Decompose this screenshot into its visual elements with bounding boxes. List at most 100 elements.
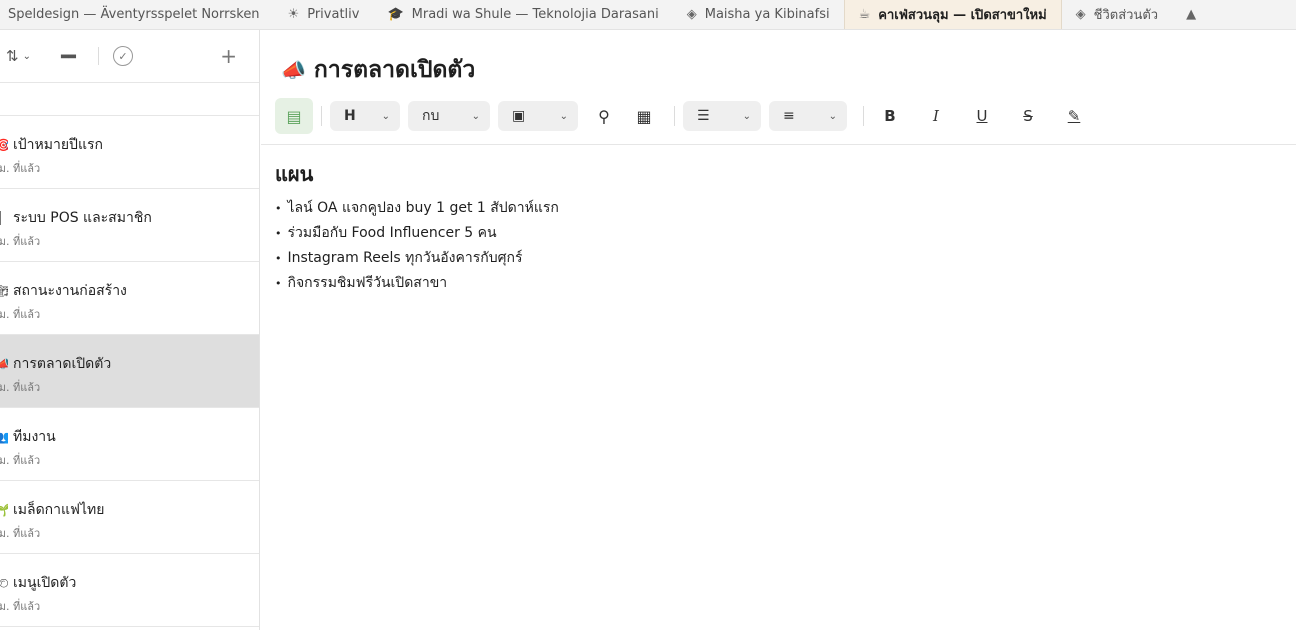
note-title: ทีมงาน — [13, 429, 56, 445]
divider — [98, 47, 99, 65]
note-item-launch-menu[interactable]: 🍽 เมนูเปิดตัว ธม. ที่แล้ว — [0, 554, 259, 627]
document-icon: ▤ — [286, 106, 302, 126]
megaphone-icon: 📣 — [0, 357, 8, 371]
tab-bar: Speldesign — Äventyrsspelet Norrsken ☀ P… — [0, 0, 1296, 30]
italic-icon: I — [933, 107, 939, 125]
heading-label: H — [344, 108, 356, 124]
note-editor: 📣 การตลาดเปิดตัว ▤ H ⌄ กบ ⌄ ▣ ⌄ ⚲ ▦ ☰ ⌄ — [261, 30, 1296, 630]
chevron-down-icon: ⌄ — [742, 110, 751, 122]
note-item-first-year-goals[interactable]: 🎯 เป้าหมายปีแรก ธม. ที่แล้ว — [0, 116, 259, 189]
chevron-down-icon: ⌄ — [828, 110, 837, 122]
sun-icon: ☀ — [287, 7, 300, 22]
divider — [863, 106, 864, 126]
quote-dropdown[interactable]: ☰ ⌄ — [683, 101, 761, 131]
format-toolbar: ▤ H ⌄ กบ ⌄ ▣ ⌄ ⚲ ▦ ☰ ⌄ ≡ ⌄ B I U S ✎ — [275, 98, 1296, 134]
note-title: เมล็ดกาแฟไทย — [13, 502, 105, 518]
note-subtitle: ธม. ที่แล้ว — [0, 454, 41, 467]
chevron-down-icon: ⌄ — [22, 50, 31, 62]
house-icon: ▲ — [1186, 7, 1197, 22]
sidebar-spacer — [0, 83, 259, 116]
sort-button[interactable]: ⇅ ⌄ — [6, 47, 46, 65]
note-item-thai-coffee-beans[interactable]: 🌱 เมล็ดกาแฟไทย ธม. ที่แล้ว — [0, 481, 259, 554]
tab-speldesign[interactable]: Speldesign — Äventyrsspelet Norrsken — [0, 0, 274, 29]
image-dropdown[interactable]: ▣ ⌄ — [498, 101, 578, 131]
list-dropdown[interactable]: ≡ ⌄ — [769, 101, 847, 131]
list-icon: ≡ — [783, 108, 795, 124]
divider — [674, 106, 675, 126]
document-view-button[interactable]: ▤ — [275, 98, 313, 134]
note-subtitle: ธม. ที่แล้ว — [0, 381, 41, 394]
bullet-item: กิจกรรมชิมฟรีวันเปิดสาขา — [275, 271, 559, 296]
note-subtitle: ธม. ที่แล้ว — [0, 600, 41, 613]
highlighter-icon: ✎ — [1067, 107, 1081, 125]
text-style-label: กบ — [422, 108, 440, 124]
bullet-item: ร่วมมือกับ Food Influencer 5 คน — [275, 221, 559, 246]
table-icon: ▦ — [636, 106, 652, 126]
note-title: เป้าหมายปีแรก — [13, 137, 103, 153]
chevron-down-icon: ⌄ — [471, 110, 480, 122]
leaf-icon: ◈ — [1075, 7, 1086, 22]
tab-label: Speldesign — Äventyrsspelet Norrsken — [8, 7, 260, 22]
bullet-item: Instagram Reels ทุกวันอังคารกับศุกร์ — [275, 246, 559, 271]
sidebar-toolbar: ⇅ ⌄ ▬▬ ✓ + — [0, 30, 259, 83]
people-icon: 👥 — [0, 430, 8, 444]
bold-button[interactable]: B — [872, 101, 908, 131]
cards-view-icon: ▬▬ — [60, 50, 77, 62]
sort-icon: ⇅ — [6, 47, 19, 65]
strikethrough-icon: S — [1023, 107, 1033, 125]
megaphone-icon: 📣 — [281, 58, 306, 82]
note-body[interactable]: แผน ไลน์ OA แจกคูปอง buy 1 get 1 สัปดาห์… — [275, 158, 559, 296]
plus-icon: + — [220, 44, 237, 68]
tab-cafe-suanlum[interactable]: ☕ คาเฟ่สวนลุม — เปิดสาขาใหม่ — [843, 0, 1062, 29]
note-title: การตลาดเปิดตัว — [13, 356, 112, 372]
seedling-icon: 🌱 — [0, 503, 8, 517]
attach-button[interactable]: ⚲ — [586, 101, 622, 131]
underline-icon: U — [976, 107, 988, 125]
bold-icon: B — [884, 107, 896, 125]
check-circle-icon: ✓ — [118, 49, 128, 63]
note-subtitle: ธม. ที่แล้ว — [0, 527, 41, 540]
note-item-construction-status[interactable]: 🏗 สถานะงานก่อสร้าง ธม. ที่แล้ว — [0, 262, 259, 335]
select-mode-button[interactable]: ✓ — [113, 46, 133, 66]
section-heading: แผน — [275, 162, 314, 186]
note-subtitle: ธม. ที่แล้ว — [0, 308, 41, 321]
tab-privatliv[interactable]: ☀ Privatliv — [274, 0, 374, 29]
notes-sidebar: ⇅ ⌄ ▬▬ ✓ + 🎯 เป้าหมายปีแรก ธม. ที่แล้ว ▌ ร… — [0, 30, 260, 630]
highlight-button[interactable]: ✎ — [1056, 101, 1092, 131]
note-item-launch-marketing[interactable]: 📣 การตลาดเปิดตัว ธม. ที่แล้ว — [0, 335, 259, 408]
divider — [261, 144, 1296, 145]
tab-overflow[interactable]: ▲ — [1172, 0, 1208, 29]
add-note-button[interactable]: + — [220, 44, 237, 68]
tab-label: คาเฟ่สวนลุม — เปิดสาขาใหม่ — [878, 8, 1047, 23]
tab-maisha-ya-kibinafsi[interactable]: ◈ Maisha ya Kibinafsi — [673, 0, 844, 29]
bar-icon: ▌ — [0, 211, 8, 225]
tab-mradi-wa-shule[interactable]: 🎓 Mradi wa Shule — Teknolojia Darasani — [373, 0, 672, 29]
page-title[interactable]: 📣 การตลาดเปิดตัว — [281, 52, 475, 88]
underline-button[interactable]: U — [964, 101, 1000, 131]
strikethrough-button[interactable]: S — [1010, 101, 1046, 131]
note-item-team[interactable]: 👥 ทีมงาน ธม. ที่แล้ว — [0, 408, 259, 481]
target-icon: 🎯 — [0, 138, 8, 152]
divider — [321, 106, 322, 126]
note-title: เมนูเปิดตัว — [13, 575, 77, 591]
plate-icon: 🍽 — [0, 576, 8, 590]
tab-private-life-thai[interactable]: ◈ ชีวิตส่วนตัว — [1062, 0, 1172, 29]
table-button[interactable]: ▦ — [626, 101, 662, 131]
tab-label: Privatliv — [307, 7, 360, 22]
text-style-dropdown[interactable]: กบ ⌄ — [408, 101, 490, 131]
paperclip-icon: ⚲ — [598, 106, 610, 126]
chevron-down-icon: ⌄ — [381, 110, 390, 122]
leaf-icon: ◈ — [686, 7, 697, 22]
construction-icon: 🏗 — [0, 284, 8, 298]
tab-label: ชีวิตส่วนตัว — [1093, 8, 1159, 23]
heading-dropdown[interactable]: H ⌄ — [330, 101, 400, 131]
note-title: สถานะงานก่อสร้าง — [13, 283, 127, 299]
page-title-text: การตลาดเปิดตัว — [313, 57, 476, 83]
chevron-down-icon: ⌄ — [559, 110, 568, 122]
view-mode-button[interactable]: ▬▬ — [60, 51, 84, 62]
image-icon: ▣ — [512, 108, 526, 124]
italic-button[interactable]: I — [918, 101, 954, 131]
note-subtitle: ธม. ที่แล้ว — [0, 235, 41, 248]
tab-label: Maisha ya Kibinafsi — [704, 7, 830, 22]
note-item-pos-system[interactable]: ▌ ระบบ POS และสมาชิก ธม. ที่แล้ว — [0, 189, 259, 262]
